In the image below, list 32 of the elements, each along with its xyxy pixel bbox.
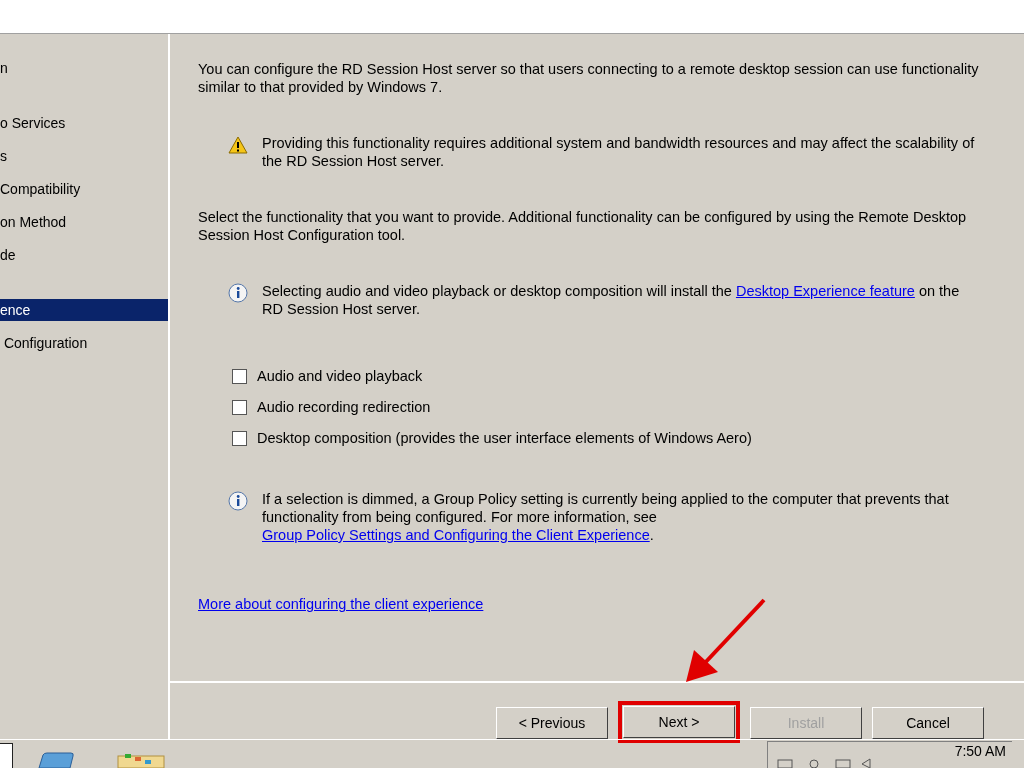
wizard-step[interactable]: Compatibility [0, 178, 168, 200]
wizard-button[interactable]: < Previous [496, 707, 608, 739]
tray-icons-drawing[interactable] [774, 758, 874, 768]
checkbox-label: Desktop composition (provides the user interface elements of Windows Aero) [257, 430, 752, 446]
info-icon [228, 283, 248, 303]
monitor-icon[interactable] [35, 752, 75, 768]
wizard-button[interactable]: Next > [623, 706, 735, 738]
info-text: If a selection is dimmed, a Group Policy setting is currently being applied to the computer that prevents that functionality from being configured. For more information, see Group Policy Settings and Configuring the Client Experience. [262, 490, 950, 544]
intro-text: You can configure the RD Session Host server so that users connecting to a remote desktop session can use functionality similar to that provided by Windows 7. [198, 60, 980, 96]
checkbox-label: Audio recording redirection [257, 399, 431, 415]
help-link[interactable]: More about configuring the client experience [198, 596, 484, 612]
wizard-step[interactable]: s [0, 145, 168, 167]
help-link[interactable]: Desktop Experience feature [735, 283, 915, 299]
info-icon [228, 491, 248, 511]
checkbox-label: Audio and video playback [257, 368, 423, 384]
clock: 7:50 AM [954, 742, 1006, 760]
warning-icon [228, 136, 248, 154]
wizard-step[interactable]: n [0, 57, 168, 79]
wizard-step[interactable]: Configuration [0, 332, 168, 354]
wizard-step[interactable]: o Services [0, 112, 168, 134]
checkbox[interactable] [232, 368, 247, 384]
help-link[interactable]: Group Policy Settings and Configuring the Client Experience [262, 527, 650, 543]
checkbox[interactable] [232, 430, 247, 446]
warning-text: Providing this functionality requires additional system and bandwidth resources and may affect the scalability of the RD Session Host server. [262, 134, 976, 170]
start-button[interactable] [0, 743, 13, 768]
wizard-step[interactable]: on Method [0, 211, 168, 233]
wizard-button[interactable]: Cancel [872, 707, 984, 739]
checkbox[interactable] [232, 399, 247, 415]
wizard-step[interactable]: de [0, 244, 168, 266]
wizard-step[interactable]: ence [0, 299, 168, 321]
info-text: Selecting audio and video playback or desktop composition will install the Desktop Experience feature on the RD Session Host server. [262, 282, 961, 318]
instruction-text: Select the functionality that you want to provide. Additional functionality can be configured by using the Remote Desktop Session Host Configuration tool. [198, 208, 968, 244]
